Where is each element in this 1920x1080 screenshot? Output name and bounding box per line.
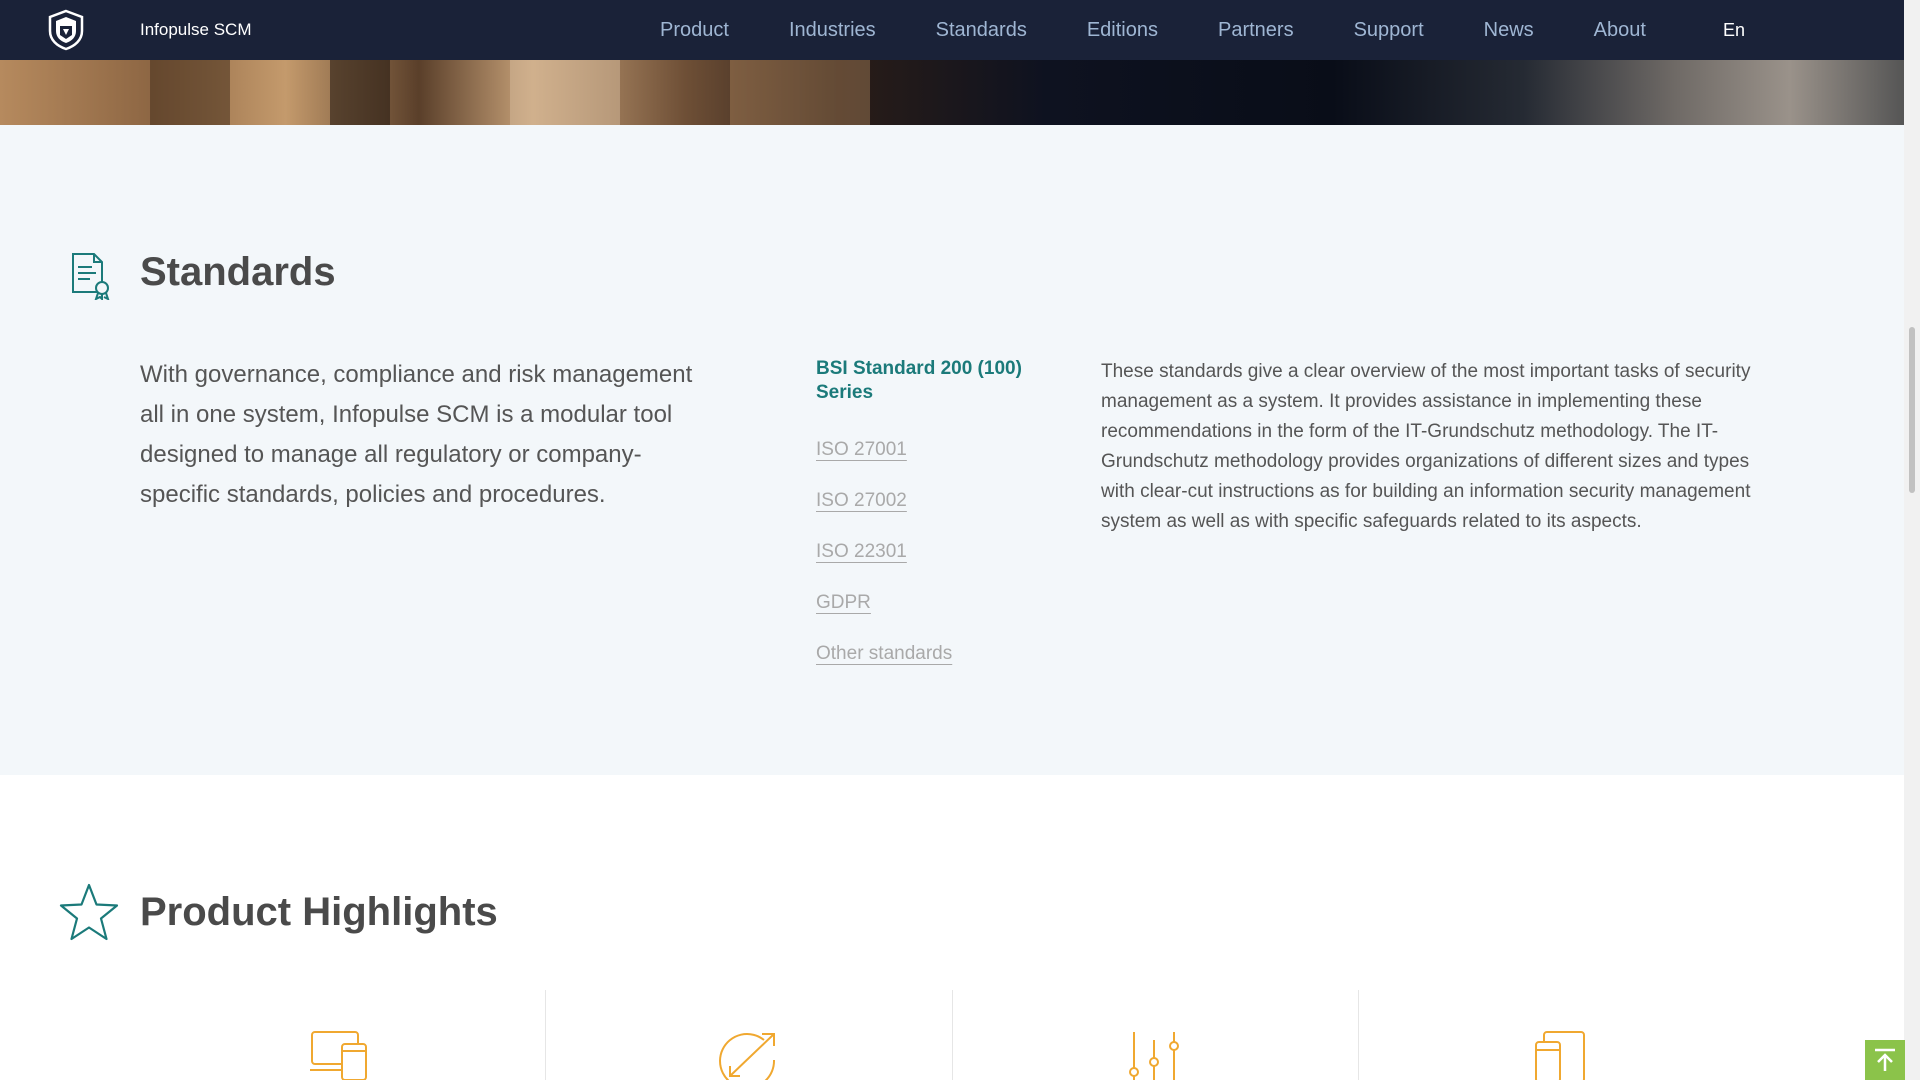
- arrow-up-icon: [1875, 1048, 1895, 1071]
- star-icon: [58, 882, 120, 944]
- certificate-document-icon: [70, 252, 112, 302]
- nav-item-editions[interactable]: Editions: [1087, 19, 1158, 42]
- shield-logo-icon[interactable]: [47, 9, 85, 51]
- standards-intro: With governance, compliance and risk man…: [140, 361, 693, 508]
- standard-other[interactable]: Other standards: [816, 643, 1056, 665]
- nav-item-product[interactable]: Product: [660, 19, 729, 42]
- standards-title: Standards: [140, 250, 336, 294]
- hero-wood-block: [510, 60, 620, 125]
- scrollbar-thumb[interactable]: [1909, 327, 1915, 493]
- main-nav: Product Industries Standards Editions Pa…: [660, 0, 1706, 60]
- highlight-divider: [1358, 990, 1359, 1080]
- brand-name[interactable]: Infopulse SCM: [140, 0, 252, 60]
- back-to-top-button[interactable]: [1865, 1040, 1905, 1080]
- hero-wood-block: [150, 60, 230, 125]
- standard-bsi-200[interactable]: BSI Standard 200 (100) Series: [816, 357, 1056, 405]
- standards-list: BSI Standard 200 (100) Series ISO 27001 …: [816, 357, 1056, 694]
- language-switcher[interactable]: En: [1723, 0, 1745, 60]
- standard-iso-27001[interactable]: ISO 27001: [816, 439, 1056, 461]
- vertical-scrollbar[interactable]: [1904, 0, 1920, 1080]
- devices-icon: [308, 1030, 372, 1080]
- hero-wood-block: [730, 60, 870, 125]
- standard-gdpr[interactable]: GDPR: [816, 592, 1056, 614]
- top-navigation-bar: Infopulse SCM Product Industries Standar…: [0, 0, 1904, 60]
- highlight-divider: [952, 990, 953, 1080]
- growth-arrow-icon: [716, 1030, 780, 1080]
- nav-item-industries[interactable]: Industries: [789, 19, 876, 42]
- sliders-icon: [1122, 1030, 1186, 1080]
- standard-iso-22301[interactable]: ISO 22301: [816, 541, 1056, 563]
- hero-wood-block: [330, 60, 390, 125]
- standard-description: These standards give a clear overview of…: [1101, 361, 1751, 532]
- nav-item-partners[interactable]: Partners: [1218, 19, 1294, 42]
- highlights-title: Product Highlights: [140, 890, 498, 934]
- nav-item-news[interactable]: News: [1484, 19, 1534, 42]
- tablet-icon: [1530, 1030, 1594, 1080]
- standard-iso-27002[interactable]: ISO 27002: [816, 490, 1056, 512]
- nav-item-support[interactable]: Support: [1354, 19, 1424, 42]
- nav-item-about[interactable]: About: [1594, 19, 1646, 42]
- nav-item-standards[interactable]: Standards: [936, 19, 1027, 42]
- highlight-divider: [545, 990, 546, 1080]
- hero-image: [0, 60, 1904, 125]
